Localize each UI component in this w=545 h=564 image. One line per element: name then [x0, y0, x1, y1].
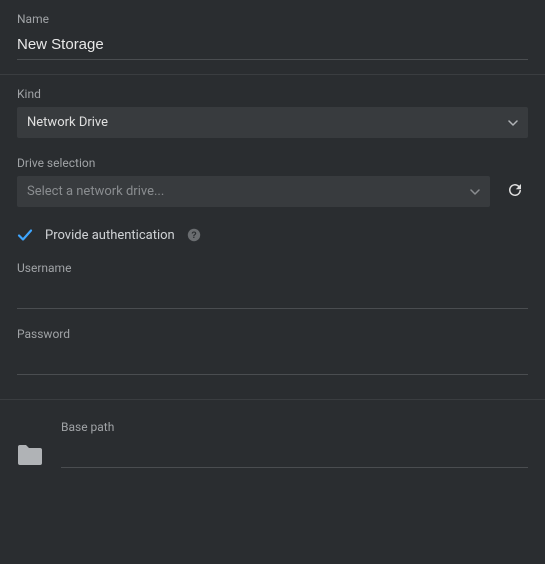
drive-select[interactable]: Select a network drive... — [17, 176, 490, 207]
kind-select-value: Network Drive — [27, 115, 108, 130]
config-section: Kind Network Drive Drive selection Selec… — [0, 75, 545, 399]
basepath-label: Base path — [61, 420, 528, 434]
password-group: Password — [17, 327, 528, 375]
check-icon — [17, 227, 33, 243]
drive-selection-row: Select a network drive... — [17, 176, 528, 207]
password-label: Password — [17, 327, 528, 341]
drive-select-placeholder: Select a network drive... — [27, 184, 164, 199]
drive-selection-label: Drive selection — [17, 156, 528, 170]
username-group: Username — [17, 261, 528, 309]
refresh-button[interactable] — [502, 177, 528, 206]
basepath-col: Base path — [61, 420, 528, 468]
name-input[interactable] — [17, 32, 528, 60]
kind-select-wrap: Network Drive — [17, 107, 528, 138]
password-input[interactable] — [17, 347, 528, 375]
username-label: Username — [17, 261, 528, 275]
basepath-input[interactable] — [61, 440, 528, 468]
basepath-section: Base path — [0, 400, 545, 482]
kind-label: Kind — [17, 87, 528, 101]
auth-checkbox-row[interactable]: Provide authentication ? — [17, 227, 528, 243]
basepath-row: Base path — [17, 420, 528, 468]
svg-text:?: ? — [191, 230, 197, 240]
name-label: Name — [17, 12, 528, 26]
drive-select-wrap: Select a network drive... — [17, 176, 490, 207]
name-section: Name — [0, 0, 545, 74]
auth-checkbox-label: Provide authentication — [45, 228, 175, 243]
refresh-icon — [506, 181, 524, 202]
help-icon[interactable]: ? — [187, 228, 201, 242]
kind-select[interactable]: Network Drive — [17, 107, 528, 138]
folder-icon[interactable] — [17, 444, 43, 466]
username-input[interactable] — [17, 281, 528, 309]
